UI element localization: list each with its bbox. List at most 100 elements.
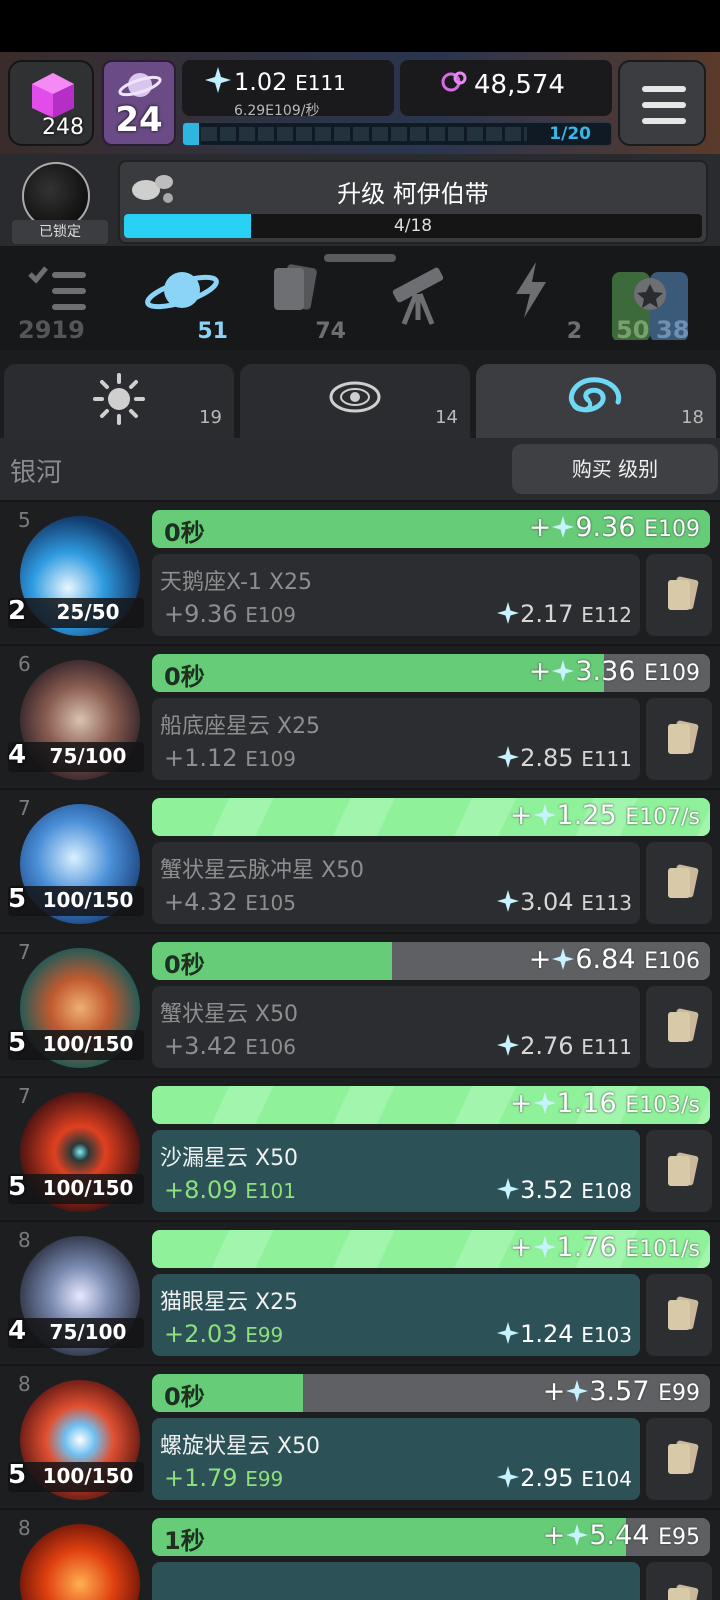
item-reward: +1.16 E103/s <box>509 1088 700 1119</box>
item-progress: 75/100 <box>49 744 127 768</box>
card-stack-icon <box>668 576 699 610</box>
tab-rewards[interactable]: 50 38 <box>594 260 716 346</box>
player-level[interactable]: 24 <box>102 60 176 146</box>
stardust-rate: 6.29E109/秒 <box>234 103 320 119</box>
item-cards-button[interactable] <box>646 842 712 924</box>
list-item: 8 1秒 +5.44 E95 <box>0 1508 720 1600</box>
item-buy-card[interactable]: 沙漏星云 X50 +8.09 E101 3.52 E108 <box>152 1130 640 1212</box>
item-cards-button[interactable] <box>646 1418 712 1500</box>
locked-item[interactable]: 已锁定 <box>8 160 112 244</box>
item-level-badge: 5 100/150 <box>8 1460 144 1492</box>
item-level-badge: 5 100/150 <box>8 1028 144 1060</box>
level-progress-label: 1/20 <box>549 124 591 144</box>
tab-systems[interactable]: 14 <box>240 364 470 438</box>
item-buy-card[interactable] <box>152 1562 640 1600</box>
item-cards-button[interactable] <box>646 1130 712 1212</box>
timer-label: 0秒 <box>164 1383 205 1411</box>
stardust-resource: 1.02 E111 6.29E109/秒 <box>182 60 394 119</box>
item-timer-bar[interactable]: +1.76 E101/s <box>152 1230 710 1268</box>
item-level: 5 <box>8 1460 27 1490</box>
item-timer-bar[interactable]: +1.25 E107/s <box>152 798 710 836</box>
upgrade-panel: 已锁定 升级 柯伊伯带 4/18 <box>0 154 720 246</box>
tab-galaxy[interactable]: 18 <box>476 364 716 438</box>
tab-stars[interactable]: 19 <box>4 364 234 438</box>
tab-telescope[interactable] <box>358 260 476 346</box>
sparkle-icon <box>497 1034 520 1056</box>
dark-matter-resource: 48,574 <box>400 60 612 116</box>
top-hud: 248 24 1.02 E111 6.29E109/秒 48,574 1/20 <box>0 52 720 154</box>
buy-level-button[interactable]: 购买 级别 <box>512 444 718 494</box>
item-cards-button[interactable] <box>646 554 712 636</box>
item-progress: 100/150 <box>42 1032 134 1056</box>
item-buy-card[interactable]: 船底座星云 X25 +1.12 E109 2.85 E111 <box>152 698 640 780</box>
timer-label: 0秒 <box>164 663 205 691</box>
item-timer-bar[interactable]: 0秒 +3.57 E99 <box>152 1374 710 1412</box>
item-tier: 7 <box>18 796 31 820</box>
sparkle-icon <box>497 1322 520 1344</box>
item-cards-button[interactable] <box>646 986 712 1068</box>
planet-icon <box>118 73 162 97</box>
item-name: 蟹状星云 X50 <box>160 1002 299 1027</box>
item-cost: 2.85 E111 <box>496 744 632 772</box>
item-progress: 100/150 <box>42 1464 134 1488</box>
tab-planets[interactable]: 51 <box>122 260 240 346</box>
item-level-badge: 5 100/150 <box>8 884 144 916</box>
tab-cards-count: 74 <box>315 319 346 344</box>
item-buy-card[interactable]: 螺旋状星云 X50 +1.79 E99 2.95 E104 <box>152 1418 640 1500</box>
tab-boosts[interactable]: 2 <box>476 260 594 346</box>
item-buy-card[interactable]: 蟹状星云脉冲星 X50 +4.32 E105 3.04 E113 <box>152 842 640 924</box>
tab-tasks[interactable]: 2919 <box>4 260 122 346</box>
item-tier: 6 <box>18 652 31 676</box>
sparkle-icon <box>497 602 520 624</box>
lightning-icon <box>516 262 546 318</box>
item-timer-bar[interactable]: 0秒 +3.36 E109 <box>152 654 710 692</box>
item-reward: +6.84 E106 <box>528 944 700 975</box>
tab-cards[interactable]: 74 <box>240 260 358 346</box>
item-reward: +5.44 E95 <box>542 1520 700 1551</box>
item-income: +8.09 E101 <box>164 1176 296 1204</box>
list-item: 7 5 100/150 0秒 +6.84 E106 蟹状星云 X50 +3.42… <box>0 932 720 1078</box>
level-number: 24 <box>115 100 163 140</box>
stardust-exp: E111 <box>295 71 346 95</box>
item-timer-bar[interactable]: +1.16 E103/s <box>152 1086 710 1124</box>
list-item: 7 5 100/150 +1.25 E107/s 蟹状星云脉冲星 X50 +4.… <box>0 788 720 934</box>
item-level-badge: 2 25/50 <box>8 596 144 628</box>
item-cards-button[interactable] <box>646 698 712 780</box>
item-tier: 8 <box>18 1228 31 1252</box>
tab-stars-count: 19 <box>199 407 222 428</box>
item-cost: 2.76 E111 <box>496 1032 632 1060</box>
level-progress-bar: 1/20 <box>182 122 612 146</box>
gem-button[interactable]: 248 <box>8 60 94 146</box>
item-buy-card[interactable]: 猫眼星云 X25 +2.03 E99 1.24 E103 <box>152 1274 640 1356</box>
item-cards-button[interactable] <box>646 1562 712 1600</box>
item-income: +1.12 E109 <box>164 744 296 772</box>
item-progress: 75/100 <box>49 1320 127 1344</box>
item-buy-card[interactable]: 蟹状星云 X50 +3.42 E106 2.76 E111 <box>152 986 640 1068</box>
item-progress: 100/150 <box>42 888 134 912</box>
item-tier: 7 <box>18 940 31 964</box>
item-cards-button[interactable] <box>646 1274 712 1356</box>
list-item: 6 4 75/100 0秒 +3.36 E109 船底座星云 X25 +1.12… <box>0 644 720 790</box>
item-level-badge: 4 75/100 <box>8 740 144 772</box>
item-reward: +1.76 E101/s <box>509 1232 700 1263</box>
dark-matter-value: 48,574 <box>474 70 565 100</box>
list-item: 8 4 75/100 +1.76 E101/s 猫眼星云 X25 +2.03 E… <box>0 1220 720 1366</box>
item-name: 猫眼星云 X25 <box>160 1290 299 1315</box>
tab-systems-count: 14 <box>435 407 458 428</box>
item-image[interactable] <box>20 1524 140 1600</box>
sparkle-icon <box>566 1380 589 1402</box>
gem-icon <box>32 73 74 118</box>
item-timer-bar[interactable]: 0秒 +6.84 E106 <box>152 942 710 980</box>
card-stack-icon <box>668 1296 699 1330</box>
upgrade-button[interactable]: 升级 柯伊伯带 4/18 <box>118 160 708 244</box>
gem-count: 248 <box>42 115 84 140</box>
sparkle-icon <box>566 1524 589 1546</box>
galaxy-icon <box>568 377 622 413</box>
upgrade-count: 4/18 <box>393 216 433 236</box>
item-progress: 100/150 <box>42 1176 134 1200</box>
item-timer-bar[interactable]: 1秒 +5.44 E95 <box>152 1518 710 1556</box>
item-buy-card[interactable]: 天鹅座X-1 X25 +9.36 E109 2.17 E112 <box>152 554 640 636</box>
menu-button[interactable] <box>618 60 706 146</box>
item-cost: 1.24 E103 <box>496 1320 632 1348</box>
item-timer-bar[interactable]: 0秒 +9.36 E109 <box>152 510 710 548</box>
